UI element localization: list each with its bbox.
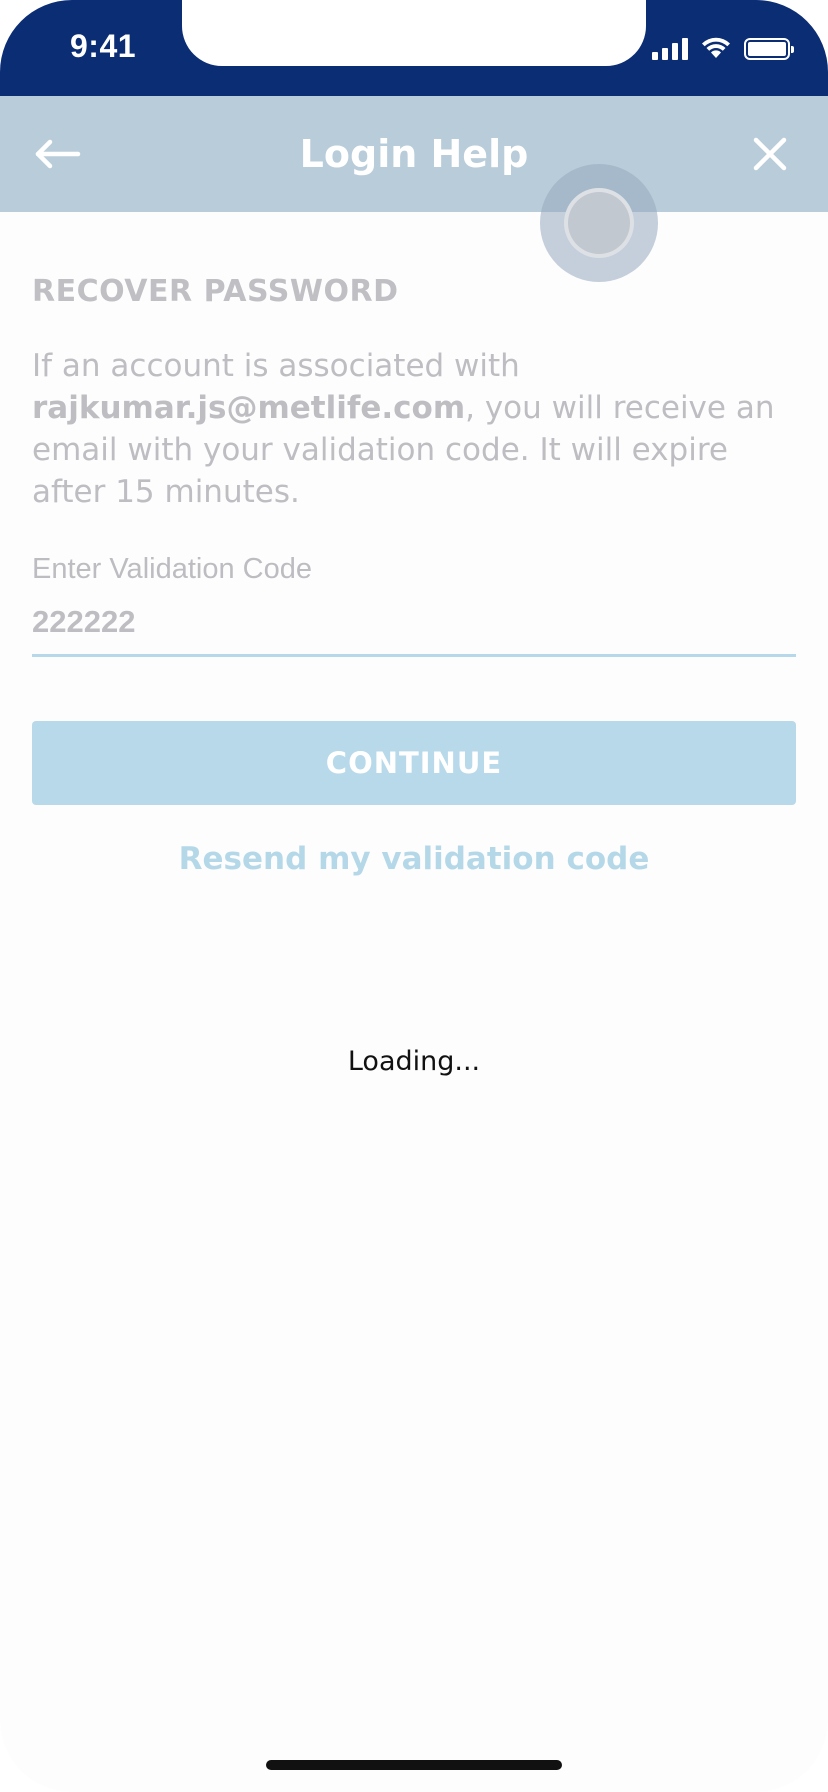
validation-code-label: Enter Validation Code xyxy=(32,553,312,585)
instructions-prefix: If an account is associated with xyxy=(32,348,520,384)
validation-code-input[interactable] xyxy=(32,598,796,657)
instructions-text: If an account is associated with rajkuma… xyxy=(32,345,796,513)
email-address: rajkumar.js@metlife.com xyxy=(32,390,466,426)
resend-code-link[interactable]: Resend my validation code xyxy=(32,841,796,877)
status-bar: 9:41 xyxy=(0,0,828,96)
battery-icon xyxy=(744,38,794,60)
close-button[interactable] xyxy=(740,124,800,184)
home-indicator[interactable] xyxy=(266,1760,562,1770)
section-title: RECOVER PASSWORD xyxy=(32,274,399,309)
status-time: 9:41 xyxy=(70,28,137,64)
continue-button[interactable]: CONTINUE xyxy=(32,721,796,805)
notch xyxy=(182,0,646,66)
close-icon xyxy=(753,137,787,171)
page-title: Login Help xyxy=(299,132,529,176)
status-icons xyxy=(652,36,794,60)
wifi-icon xyxy=(702,37,730,58)
loading-indicator: Loading... xyxy=(347,1046,481,1077)
phone-screen: 9:41 Login Help RECOVER PASSWORD If an a… xyxy=(0,0,828,1792)
recover-password-form: RECOVER PASSWORD If an account is associ… xyxy=(32,212,796,877)
app-header: Login Help xyxy=(0,96,828,282)
cellular-signal-icon xyxy=(652,38,688,60)
